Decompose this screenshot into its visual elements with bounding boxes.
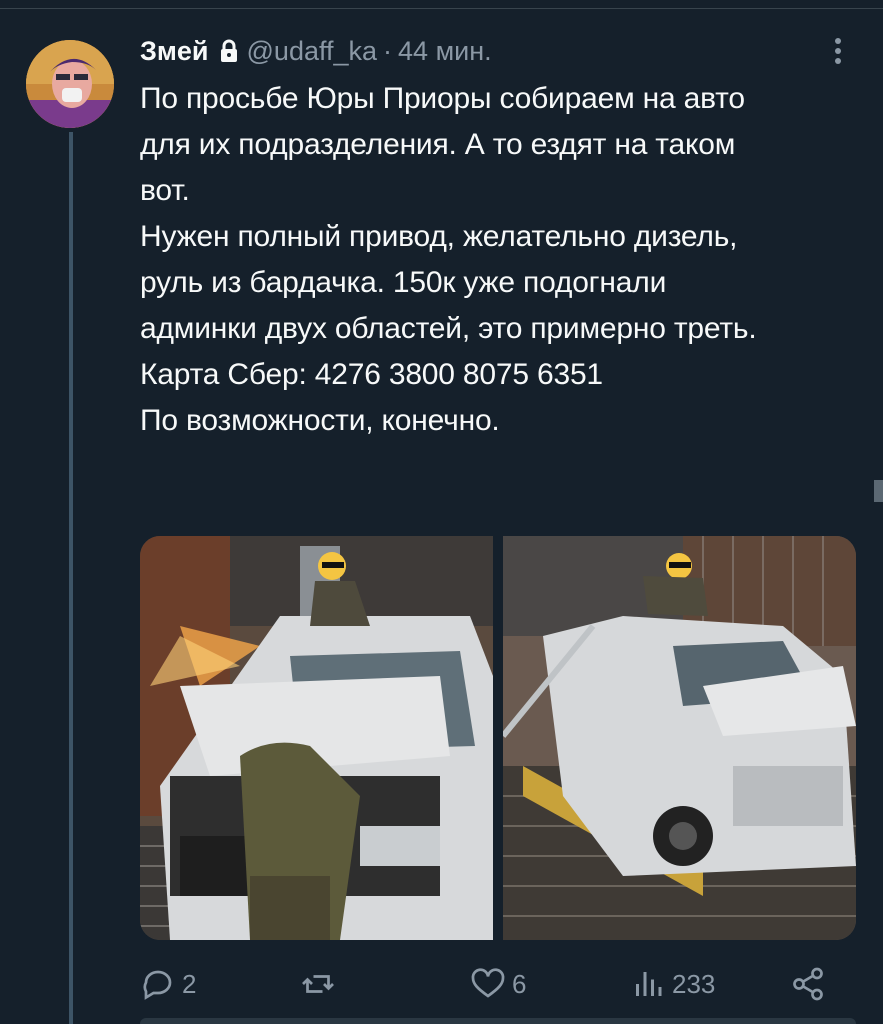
thread-connector-line (69, 132, 73, 1024)
tweet-text-line: админки двух областей, это примерно трет… (140, 312, 757, 345)
tweet-text-line: По просьбе Юры Приоры собираем на авто (140, 82, 745, 115)
tweet-actions: 2 6 233 (140, 960, 860, 1012)
tweet-media[interactable] (140, 536, 856, 940)
separator-dot: · (383, 35, 393, 66)
display-name[interactable]: Змей (140, 36, 209, 67)
next-tweet-media-edge (140, 1018, 856, 1024)
share-button[interactable] (790, 966, 826, 1002)
views-count: 233 (672, 968, 716, 999)
tweet-header: Змей @udaff_ka · 44 мин. (140, 34, 492, 68)
lock-icon (219, 39, 239, 63)
timestamp[interactable]: 44 мин. (398, 36, 492, 67)
avatar-image (26, 40, 114, 128)
tweet-text-line: По возможности, конечно. (140, 404, 500, 437)
photo-van-front[interactable] (140, 536, 493, 940)
tweet-text-line: Нужен полный привод, желательно дизель, (140, 220, 738, 253)
tweet-text-line: Карта Сбер: 4276 3800 8075 6351 (140, 358, 603, 391)
tweet-text: По просьбе Юры Приоры собираем на авто д… (140, 76, 860, 444)
top-divider (0, 8, 883, 9)
tweet-text-line: вот. (140, 174, 190, 207)
like-count: 6 (512, 968, 527, 999)
photo-van-side[interactable] (503, 536, 856, 940)
avatar[interactable] (26, 40, 114, 128)
more-vertical-icon (835, 38, 841, 64)
retweet-icon (302, 975, 334, 993)
user-handle[interactable]: @udaff_ka (247, 36, 378, 67)
scrollbar-thumb[interactable] (874, 480, 883, 502)
tweet-text-line: для их подразделения. А то ездят на тако… (140, 128, 736, 161)
heart-icon (471, 968, 505, 998)
reply-icon (143, 970, 172, 1000)
reply-button[interactable]: 2 (140, 966, 196, 1002)
share-icon (793, 967, 823, 1001)
views-button[interactable]: 233 (630, 966, 715, 1002)
more-options-button[interactable] (826, 34, 850, 68)
tweet-text-line: руль из бардачка. 150к уже подогнали (140, 266, 667, 299)
views-icon (636, 972, 662, 996)
like-button[interactable]: 6 (470, 966, 526, 1002)
reply-count: 2 (182, 968, 197, 999)
retweet-button[interactable] (300, 966, 342, 1002)
